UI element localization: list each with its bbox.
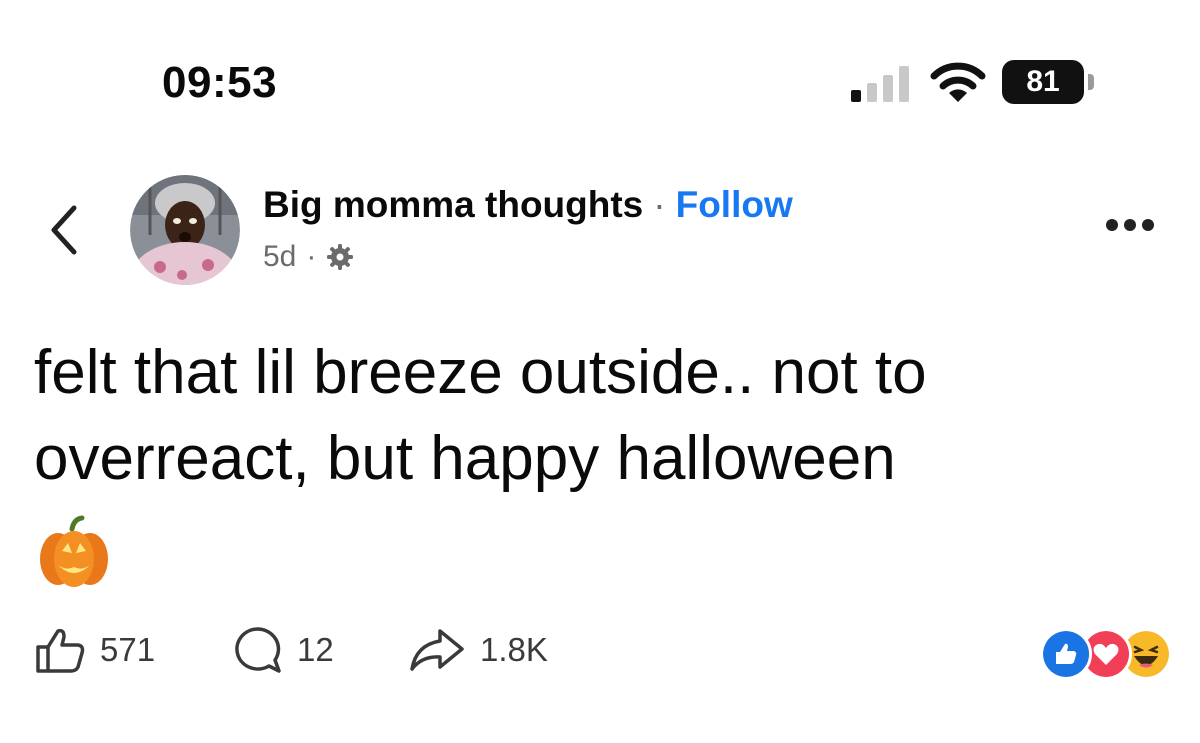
- author-name[interactable]: Big momma thoughts: [263, 184, 643, 225]
- status-time: 09:53: [162, 58, 278, 107]
- comment-count: 12: [297, 631, 334, 668]
- battery-level: 81: [1002, 60, 1084, 104]
- follow-button[interactable]: Follow: [676, 184, 793, 225]
- comment-icon: [235, 627, 281, 673]
- post-text: felt that lil breeze outside.. not to ov…: [34, 338, 927, 493]
- battery-tip: [1088, 74, 1094, 90]
- share-icon: [410, 629, 464, 671]
- gear-icon: [327, 244, 354, 270]
- comment-button[interactable]: 12: [233, 625, 334, 675]
- author-line: Big momma thoughts · Follow: [263, 184, 793, 226]
- more-dot: [1142, 219, 1154, 231]
- back-button[interactable]: [40, 200, 90, 260]
- signal-icon: [851, 66, 909, 102]
- wifi-icon: [930, 62, 986, 102]
- battery-icon: 81: [1002, 60, 1096, 106]
- separator-dot: ·: [653, 184, 666, 225]
- like-count: 571: [100, 631, 156, 668]
- reaction-summary[interactable]: [1040, 628, 1172, 680]
- pumpkin-icon: [40, 515, 108, 587]
- like-reaction-icon: [1040, 628, 1092, 680]
- avatar[interactable]: [130, 175, 240, 285]
- share-count: 1.8K: [480, 631, 548, 668]
- more-dot: [1106, 219, 1118, 231]
- share-button[interactable]: 1.8K: [408, 625, 548, 675]
- status-bar: 09:53 81: [0, 0, 1200, 130]
- post-age[interactable]: 5d: [263, 240, 296, 274]
- more-dot: [1124, 219, 1136, 231]
- thumbs-up-icon: [36, 628, 85, 673]
- more-options-button[interactable]: [1106, 218, 1162, 242]
- meta-separator: ·: [306, 240, 317, 273]
- like-button[interactable]: 571: [34, 625, 155, 675]
- post-meta: 5d ·: [263, 239, 354, 275]
